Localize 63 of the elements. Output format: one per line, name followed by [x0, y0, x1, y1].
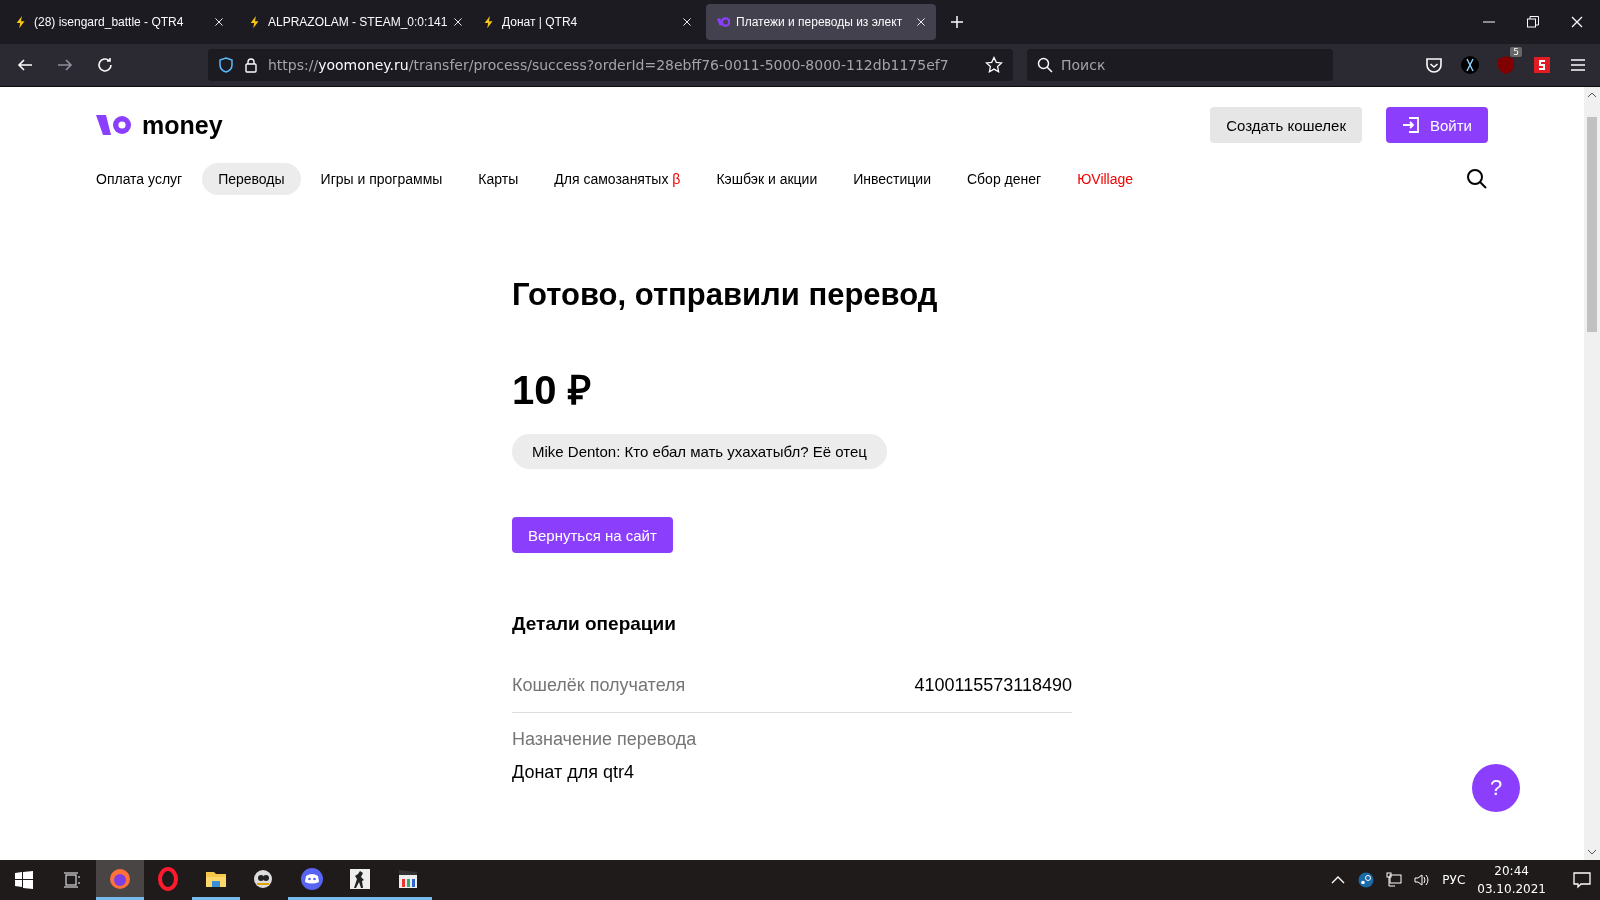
windows-logo-icon[interactable]	[15, 871, 33, 889]
nav-link[interactable]: Для самозанятых β	[538, 163, 697, 195]
nav-link[interactable]: Инвестиции	[837, 163, 947, 195]
pocket-icon[interactable]	[1424, 55, 1444, 75]
clock[interactable]: 20:44 03.10.2021	[1477, 862, 1546, 898]
amount: 10 ₽	[512, 367, 592, 414]
browser-tab[interactable]: Донат | QTR4	[472, 4, 702, 40]
site-logo-icon	[716, 15, 730, 29]
speaker-icon[interactable]	[1414, 872, 1431, 888]
close-icon[interactable]	[1570, 15, 1584, 29]
steam-icon[interactable]	[1358, 872, 1375, 888]
shield-icon[interactable]	[218, 57, 234, 73]
browser-tab[interactable]: ALPRAZOLAM - STEAM_0:0:141	[238, 4, 468, 40]
search-field[interactable]: Поиск	[1061, 53, 1323, 77]
login-button[interactable]: Войти	[1386, 107, 1488, 143]
scroll-up-icon[interactable]	[1587, 91, 1597, 99]
detail-label: Кошелёк получателя	[512, 675, 686, 696]
browser-tab[interactable]: (28) isengard_battle - QTR4	[4, 4, 234, 40]
detail-label: Назначение перевода	[512, 729, 698, 750]
close-icon[interactable]	[682, 17, 692, 27]
close-icon[interactable]	[214, 17, 224, 27]
notification-icon[interactable]	[1572, 870, 1592, 890]
close-icon[interactable]	[916, 17, 926, 27]
nav-link[interactable]: Игры и программы	[304, 163, 459, 195]
scrollbar-thumb[interactable]	[1587, 117, 1597, 332]
soldier-icon	[348, 866, 372, 891]
restore-icon[interactable]	[1526, 15, 1540, 29]
help-button[interactable]: ?	[1472, 764, 1520, 812]
ring-o-icon	[156, 866, 180, 891]
browser-tab[interactable]: Платежи и переводы из элект	[706, 4, 936, 40]
detail-value: Донат для qtr4	[512, 762, 635, 783]
nav-link[interactable]: Переводы	[202, 163, 301, 195]
section-title: Детали операции	[512, 613, 677, 635]
shield-extension-icon[interactable]	[1496, 55, 1516, 75]
create-wallet-button[interactable]: Создать кошелек	[1210, 107, 1362, 143]
nav-link[interactable]: ЮVillage	[1061, 163, 1150, 195]
detail-value: 4100115573118490	[914, 675, 1072, 696]
page-title: Готово, отправили перевод	[512, 277, 939, 313]
logo-text[interactable]: money	[142, 110, 223, 140]
nav-link[interactable]: Кэшбэк и акции	[700, 163, 834, 195]
count-badge: 5	[1510, 47, 1522, 57]
scroll-down-icon[interactable]	[1587, 848, 1597, 856]
s-extension-icon[interactable]	[1532, 55, 1552, 75]
chat-controller-icon	[300, 866, 324, 891]
close-icon[interactable]	[453, 17, 464, 27]
back-to-site-button[interactable]: Вернуться на сайт	[512, 517, 673, 553]
nav-link[interactable]: Оплата услуг	[80, 163, 199, 195]
x-circle-icon[interactable]	[1460, 55, 1480, 75]
nav-link[interactable]: Сбор денег	[951, 163, 1058, 195]
lock-icon	[244, 57, 258, 73]
search-bar[interactable]: Поиск	[1027, 49, 1333, 81]
address-bar[interactable]: https://yoomoney.ru/transfer/process/success?orderId=28ebff76-0011-5000-8000-112db1175ef7	[208, 49, 1013, 81]
plus-icon[interactable]	[950, 15, 964, 29]
language-indicator[interactable]: РУС	[1442, 873, 1466, 887]
logo-icon[interactable]	[96, 112, 134, 138]
task-view-icon[interactable]	[63, 871, 81, 889]
message-bubble: Mike Denton: Кто ебал мать ухахатыбл? Её отец	[512, 434, 887, 469]
search-icon	[1037, 57, 1053, 73]
login-icon	[1402, 116, 1420, 134]
star-icon[interactable]	[985, 56, 1003, 74]
network-icon[interactable]	[1386, 872, 1403, 888]
search-icon[interactable]	[1466, 168, 1488, 190]
nav-link[interactable]: Карты	[462, 163, 535, 195]
